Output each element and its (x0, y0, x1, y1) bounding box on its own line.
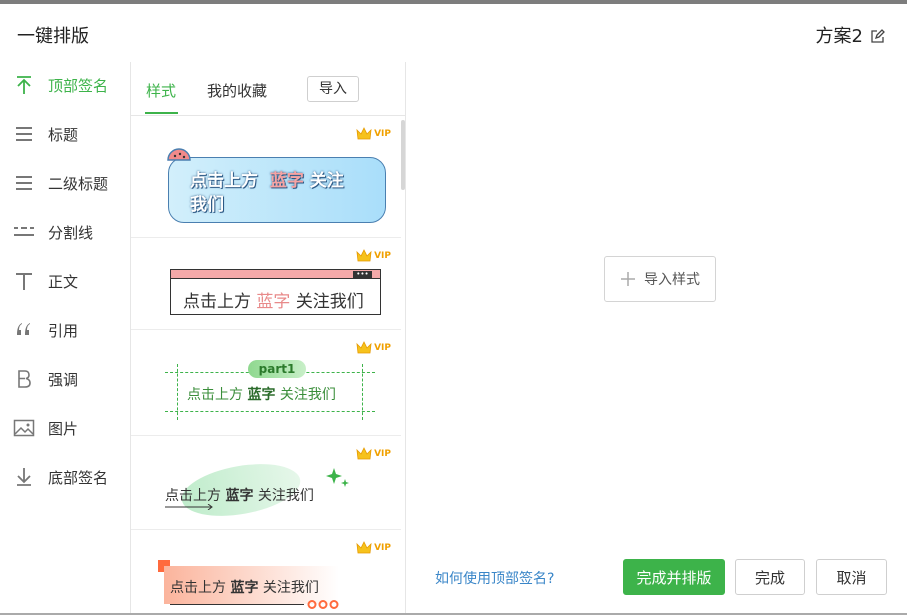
one-click-layout-dialog: 一键排版 方案2 顶部签名 标题 二级标题 分割线 正文 引用 强调 图片 底部… (0, 4, 907, 615)
sidebar-item-label: 引用 (48, 321, 79, 340)
sidebar-item-label: 二级标题 (48, 174, 109, 193)
vip-badge: VIP (356, 541, 391, 554)
style-card[interactable]: VIP 点击上方 蓝字 关注我们 (131, 437, 401, 530)
style-list-panel: 样式 我的收藏 导入 VIP 点击上方 蓝字 关注 我们 VIP ••• 点击上… (131, 62, 406, 613)
tab-my-favorites[interactable]: 我的收藏 (207, 80, 267, 101)
plus-icon (621, 272, 635, 286)
dots-icon: ••• (353, 271, 372, 279)
component-sidebar: 顶部签名 标题 二级标题 分割线 正文 引用 强调 图片 底部签名 (0, 62, 131, 613)
sidebar-item-title[interactable]: 标题 (0, 114, 130, 154)
style-card[interactable]: VIP part1 点击上方 蓝字 关注我们 (131, 331, 401, 436)
part-badge: part1 (248, 360, 306, 378)
scheme-name[interactable]: 方案2 (816, 22, 885, 48)
image-icon (0, 418, 48, 438)
crown-icon (356, 541, 372, 554)
crown-icon (356, 127, 372, 140)
sample-text: 点击上方 蓝字 关注我们 (187, 387, 336, 403)
style-card[interactable]: VIP ••• 点击上方 蓝字 关注我们 (131, 239, 401, 330)
import-style-button[interactable]: 导入样式 (604, 256, 716, 302)
window-titlebar (171, 270, 380, 279)
sample-text: 点击上方 蓝字 关注我们 (165, 488, 314, 504)
sidebar-item-bottom-signature[interactable]: 底部签名 (0, 457, 130, 497)
sidebar-item-label: 强调 (48, 370, 79, 389)
sidebar-item-label: 图片 (48, 419, 79, 438)
vip-badge: VIP (356, 127, 391, 140)
preview-area: 导入样式 如何使用顶部签名? 完成并排版 完成 取消 (407, 62, 907, 613)
flower-dots-icon (307, 600, 339, 609)
dashed-lines-icon (0, 222, 48, 242)
crown-icon (356, 447, 372, 460)
sidebar-item-label: 正文 (48, 272, 79, 291)
style-card[interactable]: VIP 点击上方 蓝字 关注 我们 (131, 117, 401, 238)
crown-icon (356, 341, 372, 354)
sidebar-item-top-signature[interactable]: 顶部签名 (0, 65, 130, 105)
watermelon-sticker-icon (167, 148, 191, 161)
bold-b-icon (0, 369, 48, 389)
arrow-underline-icon (165, 504, 213, 510)
sidebar-item-subtitle[interactable]: 二级标题 (0, 163, 130, 203)
dialog-title: 一键排版 (17, 26, 89, 47)
sample-text: 点击上方 蓝字 关注我们 (183, 292, 364, 312)
hamburger-lines-icon (0, 124, 48, 144)
sidebar-item-divider[interactable]: 分割线 (0, 212, 130, 252)
sidebar-item-label: 顶部签名 (48, 76, 109, 95)
vip-badge: VIP (356, 341, 391, 354)
scrollbar-thumb[interactable] (401, 120, 405, 190)
arrow-up-bar-icon (0, 75, 48, 95)
scheme-label: 方案2 (815, 26, 863, 47)
sample-text: 点击上方 蓝字 关注 (190, 171, 344, 191)
style-tabs: 样式 我的收藏 导入 (131, 62, 406, 116)
sidebar-item-emphasis[interactable]: 强调 (0, 359, 130, 399)
hamburger-lines-icon (0, 173, 48, 193)
sample-text: 点击上方 蓝字 关注我们 (170, 580, 319, 596)
arrow-down-bar-icon (0, 467, 48, 487)
sidebar-item-label: 标题 (48, 125, 79, 144)
sparkle-icon (326, 468, 349, 487)
vip-badge: VIP (356, 447, 391, 460)
pencil-square-icon[interactable] (870, 28, 885, 43)
tab-styles[interactable]: 样式 (146, 80, 176, 101)
sidebar-item-body-text[interactable]: 正文 (0, 261, 130, 301)
sidebar-item-label: 分割线 (48, 223, 94, 242)
sidebar-item-label: 底部签名 (48, 468, 109, 487)
apply-layout-button[interactable]: 完成并排版 (623, 559, 725, 595)
sidebar-item-image[interactable]: 图片 (0, 408, 130, 448)
cancel-button[interactable]: 取消 (816, 559, 887, 595)
style-card[interactable]: VIP 点击上方 蓝字 关注我们 (131, 531, 401, 613)
crown-icon (356, 249, 372, 262)
done-button[interactable]: 完成 (735, 559, 805, 595)
text-t-icon (0, 271, 48, 291)
import-button[interactable]: 导入 (307, 76, 359, 102)
vip-badge: VIP (356, 249, 391, 262)
underline (170, 604, 304, 605)
quote-icon (0, 320, 48, 340)
sidebar-item-quote[interactable]: 引用 (0, 310, 130, 350)
active-tab-indicator (145, 112, 178, 114)
sample-text-line2: 我们 (190, 195, 224, 215)
dialog-header: 一键排版 方案2 (0, 4, 907, 60)
help-link[interactable]: 如何使用顶部签名? (435, 568, 554, 588)
